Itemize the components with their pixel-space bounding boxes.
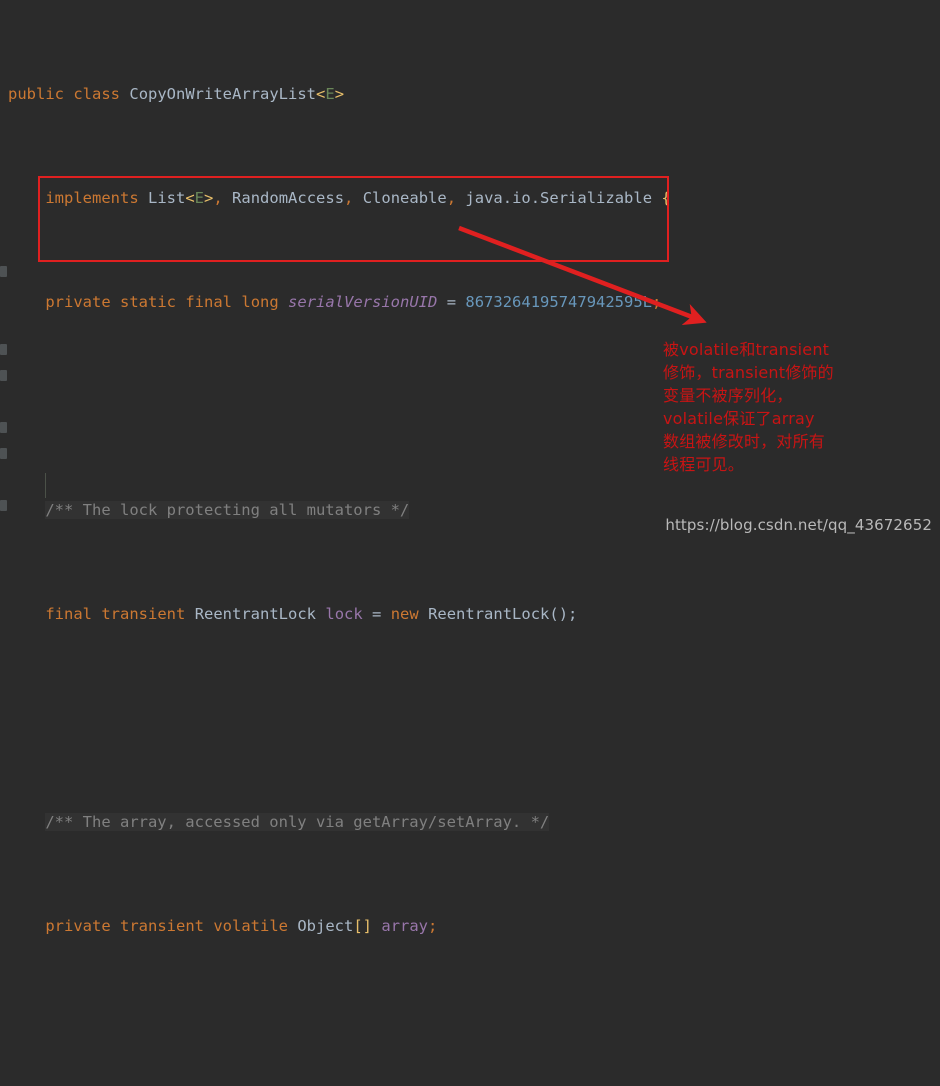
- token-generic: E: [325, 85, 335, 103]
- token-operator: =: [372, 605, 382, 623]
- code-line: public class CopyOnWriteArrayList<E>: [0, 81, 940, 107]
- code-line: private static final long serialVersionU…: [0, 289, 940, 315]
- token-operator: =: [446, 293, 457, 311]
- token-generic: E: [194, 189, 205, 207]
- token-keyword: public: [8, 85, 64, 103]
- token-keyword: class: [73, 85, 121, 103]
- token-field: serialVersionUID: [288, 293, 438, 311]
- token-type: Object: [297, 917, 354, 935]
- code-line: /** The lock protecting all mutators */: [0, 497, 940, 523]
- token-type: List: [148, 189, 186, 207]
- code-line: final transient ReentrantLock lock = new…: [0, 601, 940, 627]
- code-editor[interactable]: public class CopyOnWriteArrayList<E> imp…: [0, 0, 940, 935]
- token-comment: /** The array, accessed only via getArra…: [45, 813, 550, 831]
- token-type: RandomAccess: [232, 189, 345, 207]
- token-keyword: static: [120, 293, 176, 311]
- token-angle: <: [185, 189, 195, 207]
- token-angle: >: [334, 85, 345, 103]
- token-field: array: [381, 917, 429, 935]
- source-code[interactable]: public class CopyOnWriteArrayList<E> imp…: [0, 0, 940, 1086]
- token-keyword: transient: [101, 605, 186, 623]
- code-line: /** The array, accessed only via getArra…: [0, 809, 940, 835]
- token-comma: ,: [344, 189, 354, 207]
- token-brackets: []: [353, 917, 373, 935]
- token-keyword: final: [45, 605, 92, 623]
- token-comma: ,: [213, 189, 223, 207]
- token-keyword: volatile: [213, 917, 288, 935]
- token-comma: ,: [446, 189, 457, 207]
- code-line: implements List<E>, RandomAccess, Clonea…: [0, 185, 940, 211]
- token-keyword: implements: [45, 189, 139, 207]
- token-type: ReentrantLock: [194, 605, 317, 623]
- token-keyword: private: [45, 293, 111, 311]
- token-type: java.io.Serializable: [465, 189, 653, 207]
- token-class-name: CopyOnWriteArrayList: [129, 85, 316, 103]
- token-keyword: transient: [120, 917, 204, 935]
- token-keyword: long: [241, 293, 279, 311]
- token-constructor: ReentrantLock();: [428, 605, 578, 623]
- token-field: lock: [325, 605, 363, 623]
- token-comment: /** The lock protecting all mutators */: [45, 501, 410, 519]
- token-semicolon: ;: [428, 917, 438, 935]
- token-number: 8673264195747942595L: [465, 293, 653, 311]
- token-angle: <: [316, 85, 326, 103]
- token-keyword: final: [185, 293, 233, 311]
- token-semicolon: ;: [652, 293, 662, 311]
- token-angle: >: [204, 189, 214, 207]
- token-keyword: private: [45, 917, 111, 935]
- token-brace: {: [661, 189, 671, 207]
- token-type: Cloneable: [362, 189, 447, 207]
- code-line: private transient volatile Object[] arra…: [0, 913, 940, 939]
- token-keyword: new: [390, 605, 419, 623]
